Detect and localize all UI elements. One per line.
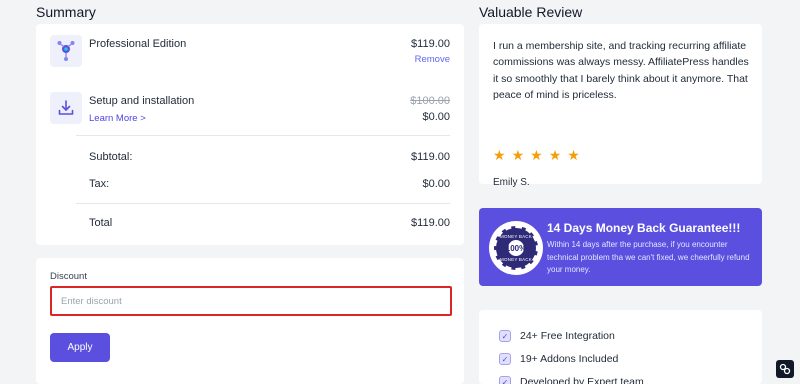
feature-item: ✓ 24+ Free Integration [499, 330, 615, 342]
subtotal-value: $119.00 [411, 151, 450, 163]
item-name: Professional Edition [89, 38, 187, 50]
learn-more-link[interactable]: Learn More > [89, 113, 146, 124]
check-icon: ✓ [499, 330, 511, 342]
star-icon: ★ [511, 147, 525, 163]
item-price: $0.00 [422, 111, 450, 123]
guarantee-title: 14 Days Money Back Guarantee!!! [547, 221, 741, 235]
badge-bottom-text: MONEY BACK [500, 257, 532, 262]
discount-card: Discount Apply [36, 258, 464, 384]
check-icon: ✓ [499, 353, 511, 365]
check-icon: ✓ [499, 376, 511, 384]
total-label: Total [89, 217, 113, 229]
star-icon: ★ [567, 147, 580, 163]
tree-node-icon [50, 35, 82, 67]
tax-label: Tax: [89, 178, 110, 190]
star-icon: ★ [530, 147, 543, 163]
badge-number: 100% [506, 240, 526, 256]
badge-top-text: MONEY BACK [500, 234, 532, 239]
download-icon [50, 92, 82, 124]
feature-item: ✓ 19+ Addons Included [499, 353, 618, 365]
star-icon: ★ [548, 147, 562, 163]
item-old-price: $100.00 [410, 95, 450, 107]
money-back-badge-icon: MONEY BACK 100% MONEY BACK [489, 221, 543, 275]
item-name: Setup and installation [89, 95, 195, 107]
apply-button[interactable]: Apply [50, 333, 110, 362]
item-price: $119.00 [411, 38, 450, 50]
feature-label: 24+ Free Integration [520, 330, 615, 342]
link-icon[interactable] [776, 360, 794, 378]
remove-link[interactable]: Remove [415, 54, 450, 65]
review-text: I run a membership site, and tracking re… [493, 40, 749, 102]
feature-item: ✓ Developed by Expert team [499, 376, 644, 384]
total-value: $119.00 [411, 217, 450, 229]
features-card: ✓ 24+ Free Integration ✓ 19+ Addons Incl… [479, 310, 762, 384]
order-item-setup: Setup and installation Learn More > $100… [50, 92, 450, 124]
subtotal-label: Subtotal: [89, 151, 133, 163]
feature-label: Developed by Expert team [520, 376, 644, 384]
discount-input[interactable] [50, 286, 452, 316]
guarantee-text: Within 14 days after the purchase, if yo… [547, 240, 750, 275]
star-icon: ★ [493, 147, 506, 163]
review-card: I run a membership site, and tracking re… [479, 24, 762, 188]
order-item-professional-edition: Professional Edition $119.00 Remove [50, 35, 450, 67]
divider [76, 135, 450, 136]
reviewer-name: Emily S. [493, 177, 530, 188]
discount-label: Discount [50, 271, 87, 282]
review-title: Valuable Review [479, 4, 583, 20]
feature-label: 19+ Addons Included [520, 353, 619, 365]
summary-title: Summary [36, 4, 96, 20]
rating-stars: ★ ★ ★ ★ ★ [493, 148, 580, 162]
divider [76, 203, 450, 204]
summary-card: Professional Edition $119.00 Remove Setu… [36, 24, 464, 245]
tax-value: $0.00 [422, 178, 450, 190]
guarantee-banner: MONEY BACK 100% MONEY BACK 14 Days Money… [479, 208, 762, 286]
